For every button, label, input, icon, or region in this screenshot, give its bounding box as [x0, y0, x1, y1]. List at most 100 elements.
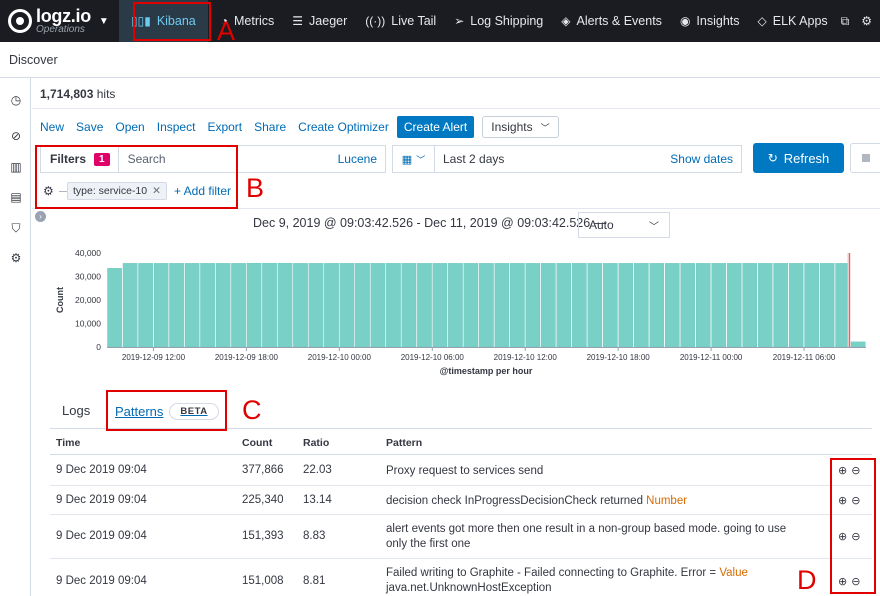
cell-count: 377,866: [242, 464, 284, 476]
clock-icon[interactable]: ◷: [9, 93, 23, 107]
visualize-icon[interactable]: ▥: [9, 160, 23, 174]
chevron-down-icon: ﹀: [416, 154, 426, 165]
nav-log-shipping[interactable]: ➢ Log Shipping: [445, 0, 552, 42]
x-tick-label: 2019-12-09 12:00: [122, 353, 186, 362]
nav-label: Log Shipping: [470, 14, 544, 28]
table-row: 9 Dec 2019 09:04 151,008 8.81 Failed wri…: [50, 559, 872, 596]
histogram-bar: [153, 263, 169, 348]
histogram-bar: [401, 263, 417, 348]
insights-dropdown[interactable]: Insights ﹀: [482, 116, 559, 138]
histogram-bar: [432, 263, 448, 348]
annotation-label-a: A: [217, 16, 236, 46]
cell-pattern: decision check InProgressDecisionCheck r…: [386, 494, 816, 509]
y-tick-label: 20,000: [75, 295, 101, 305]
refresh-button[interactable]: ↻ Refresh: [753, 143, 844, 173]
histogram-bar: [246, 262, 262, 348]
x-tick-label: 2019-12-09 18:00: [215, 353, 279, 362]
interval-select[interactable]: Auto ﹀: [578, 212, 670, 238]
histogram-time-range: Dec 9, 2019 @ 09:03:42.526 - Dec 11, 201…: [253, 216, 607, 230]
nav-alerts-events[interactable]: ◈ Alerts & Events: [552, 0, 671, 42]
histogram-bar: [386, 263, 401, 348]
nav-extra-icon[interactable]: ⧉: [837, 0, 860, 42]
x-tick-label: 2019-12-10 00:00: [308, 353, 372, 362]
histogram-bar: [308, 263, 324, 348]
histogram-bar: [695, 263, 711, 348]
histogram-chart[interactable]: 0 10,000 20,000 30,000 40,000 Count 2019-12-09…: [50, 246, 880, 381]
log-shipping-icon: ➢: [454, 14, 465, 28]
share-link[interactable]: Share: [254, 120, 286, 134]
open-link[interactable]: Open: [115, 120, 144, 134]
column-header-ratio[interactable]: Ratio: [303, 437, 329, 449]
annotation-box-a: [133, 2, 211, 41]
pattern-variable: Value: [719, 567, 748, 579]
histogram-bar: [169, 263, 184, 348]
nav-jaeger[interactable]: ☰ Jaeger: [283, 0, 356, 42]
table-row: 9 Dec 2019 09:04 151,393 8.83 alert even…: [50, 515, 872, 559]
histogram-bar: [819, 263, 835, 348]
histogram-bar: [634, 263, 649, 348]
brand[interactable]: logz.io Operations ▼: [0, 0, 119, 42]
save-link[interactable]: Save: [76, 120, 103, 134]
y-tick-label: 0: [96, 342, 101, 352]
cell-pattern: Proxy request to services send: [386, 464, 816, 479]
annotation-label-d: D: [797, 565, 817, 595]
create-alert-button[interactable]: Create Alert: [396, 116, 475, 138]
calendar-icon: ▦: [401, 153, 413, 166]
hits-label: hits: [96, 87, 116, 101]
hits-count: 1,714,803 hits: [40, 87, 115, 101]
annotation-box-c: [106, 390, 227, 431]
histogram-bar: [541, 263, 556, 348]
tab-logs[interactable]: Logs: [62, 403, 90, 418]
top-nav: logz.io Operations ▼ ▯▯▮ Kibana ◔ Metric…: [0, 0, 880, 42]
annotation-label-c: C: [242, 395, 262, 425]
histogram-bar: [262, 262, 277, 348]
histogram-bar: [711, 263, 727, 348]
patterns-table-header: Time Count Ratio Pattern: [50, 429, 872, 455]
inspect-link[interactable]: Inspect: [157, 120, 196, 134]
quick-menu-button[interactable]: ▦ ﹀: [393, 146, 435, 172]
histogram-bar: [494, 263, 510, 348]
settings-icon[interactable]: ⚙: [9, 251, 23, 265]
histogram-bar: [525, 263, 541, 348]
brand-subtitle: Operations: [36, 24, 85, 35]
compass-icon[interactable]: ⊘: [9, 129, 23, 143]
lucene-syntax-toggle[interactable]: Lucene: [338, 152, 385, 166]
histogram-bar: [479, 263, 494, 348]
histogram-bar: [603, 263, 618, 348]
dashboard-icon[interactable]: ▤: [9, 190, 23, 204]
x-tick-label: 2019-12-10 12:00: [494, 353, 558, 362]
show-dates-link[interactable]: Show dates: [670, 152, 741, 166]
pattern-text: Failed writing to Graphite - Failed conn…: [386, 567, 720, 579]
shield-icon[interactable]: ⛉: [9, 221, 23, 235]
nav-settings[interactable]: ⚙: [859, 0, 880, 42]
x-axis-label: @timestamp per hour: [440, 366, 533, 376]
export-link[interactable]: Export: [207, 120, 242, 134]
stop-button[interactable]: [850, 143, 880, 173]
histogram-bar: [200, 263, 215, 348]
refresh-icon: ↻: [767, 151, 778, 165]
nav-insights[interactable]: ◉ Insights: [671, 0, 749, 42]
x-tick-label: 2019-12-11 00:00: [680, 353, 743, 362]
histogram-bar: [370, 263, 386, 348]
pattern-text: alert events got more then one result in…: [386, 523, 787, 550]
chevron-down-icon[interactable]: ▼: [99, 16, 109, 27]
column-header-count[interactable]: Count: [242, 437, 272, 449]
date-range-text[interactable]: Last 2 days: [435, 152, 670, 166]
jaeger-icon: ☰: [292, 14, 304, 28]
nav-live-tail[interactable]: ((·)) Live Tail: [356, 0, 445, 42]
create-optimizer-link[interactable]: Create Optimizer: [298, 120, 389, 134]
histogram-bar: [850, 341, 866, 348]
column-header-time[interactable]: Time: [56, 437, 80, 449]
insights-label: Insights: [491, 120, 533, 134]
x-tick-label: 2019-12-10 06:00: [401, 353, 465, 362]
divider: [32, 108, 880, 109]
nav-elk-apps[interactable]: ◇ ELK Apps: [749, 0, 837, 42]
histogram-bar: [231, 263, 246, 348]
new-link[interactable]: New: [40, 120, 64, 134]
live-tail-icon: ((·)): [365, 14, 386, 28]
column-header-pattern[interactable]: Pattern: [386, 437, 422, 449]
histogram-bar: [510, 263, 525, 348]
histogram-bar: [649, 263, 665, 348]
histogram-bar: [293, 263, 308, 348]
collapse-sidebar-icon[interactable]: ›: [35, 211, 46, 222]
